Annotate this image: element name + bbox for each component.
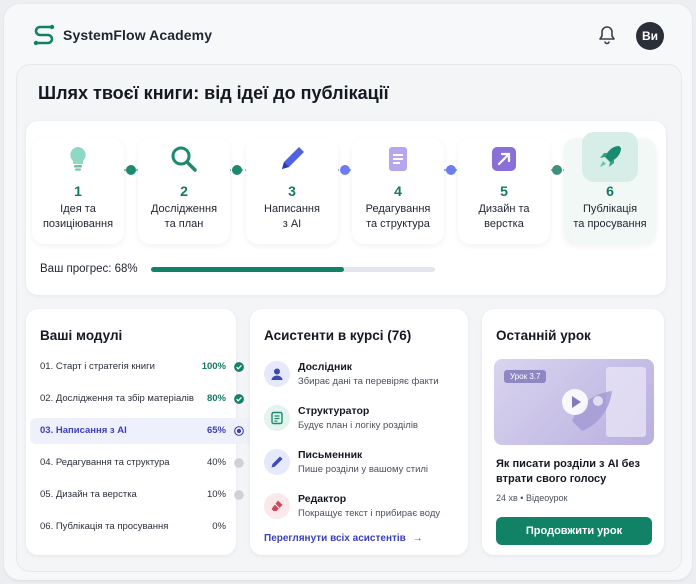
assistant-name[interactable]: Дослідник: [298, 361, 352, 373]
top-bar: SystemFlow Academy Ви: [4, 4, 692, 64]
progress-label: Ваш прогрес: 68%: [40, 263, 138, 275]
pending-dot-icon: [234, 458, 244, 468]
module-name: 06. Публікація та просування: [40, 521, 169, 532]
roadmap-step-4[interactable]: 4 Редагування та структура: [352, 138, 444, 244]
module-row[interactable]: 02. Дослідження та збір матеріалів 80%: [30, 386, 254, 412]
last-lesson-card: Останній урок Урок 3.7 Як писати розділи…: [482, 309, 664, 555]
module-percent: 40%: [206, 457, 226, 468]
pen-icon: [282, 147, 304, 169]
modules-card: Ваші модулі 01. Старт і стратегія книги …: [26, 309, 254, 555]
roadmap-step-5[interactable]: 5 Дизайн та верстка: [458, 138, 550, 244]
progress-bar-fill: [151, 267, 345, 272]
step-number: 1: [74, 183, 82, 199]
module-percent: 80%: [206, 393, 226, 404]
continue-lesson-button[interactable]: Продовжити урок: [496, 517, 652, 545]
view-all-assistants-link[interactable]: Переглянути всіх асистентів →: [264, 533, 423, 544]
module-name: 04. Редагування та структура: [40, 457, 170, 468]
module-row[interactable]: 01. Старт і стратегія книги 100%: [30, 354, 254, 380]
assistant-name[interactable]: Письменник: [298, 449, 362, 461]
step-label: Ідея та позиціювання: [42, 203, 114, 230]
module-name: 03. Написання з AI: [40, 425, 127, 436]
view-all-label: Переглянути всіх асистентів: [264, 533, 406, 544]
step-number: 5: [500, 183, 508, 199]
step-label: Дослідження та план: [150, 203, 218, 230]
assistant-desc: Покращує текст і прибирає воду: [298, 508, 441, 519]
check-icon: [234, 362, 244, 372]
current-indicator-icon: [234, 426, 244, 436]
module-name: 05. Дизайн та верстка: [40, 489, 137, 500]
progress-bar: [151, 267, 435, 272]
module-percent: 0%: [212, 521, 226, 532]
step-label: Публікація та просування: [573, 203, 647, 230]
modules-title: Ваші модулі: [40, 328, 123, 343]
check-icon: [234, 394, 244, 404]
magnifier-icon: [171, 146, 197, 172]
user-icon: [264, 361, 290, 387]
module-row[interactable]: 06. Публікація та просування 0%: [30, 514, 254, 540]
roadmap-dot: [446, 165, 456, 175]
roadmap-dot: [232, 165, 242, 175]
pending-dot-icon: [234, 490, 244, 500]
roadmap-dot: [340, 165, 350, 175]
arrow-right-icon: →: [412, 533, 423, 544]
lightbulb-icon: [70, 147, 86, 171]
module-percent: 10%: [206, 489, 226, 500]
document-icon: [389, 147, 407, 171]
assistant-name[interactable]: Редактор: [298, 493, 346, 505]
roadmap-dot: [126, 165, 136, 175]
rocket-icon-box: [582, 132, 638, 182]
brand-name: SystemFlow Academy: [63, 27, 213, 43]
module-row[interactable]: 04. Редагування та структура 40%: [30, 450, 254, 476]
step-number: 2: [180, 183, 188, 199]
play-icon[interactable]: [562, 389, 588, 415]
step-number: 3: [288, 183, 296, 199]
assistant-desc: Будує план і логіку розділів: [298, 420, 418, 431]
logo-icon: [33, 24, 55, 46]
lesson-thumbnail[interactable]: Урок 3.7: [494, 359, 654, 445]
module-percent: 65%: [206, 425, 226, 436]
step-label: Написання з AI: [264, 203, 320, 230]
module-row-current[interactable]: 03. Написання з AI 65%: [30, 418, 254, 444]
avatar[interactable]: Ви: [636, 22, 664, 50]
module-name: 02. Дослідження та збір матеріалів: [40, 393, 194, 404]
roadmap-step-3[interactable]: 3 Написання з AI: [246, 138, 338, 244]
step-number: 4: [394, 183, 402, 199]
roadmap-dot: [552, 165, 562, 175]
assistant-desc: Збирає дані та перевіряє факти: [298, 376, 439, 387]
assistant-desc: Пише розділи у вашому стилі: [298, 464, 429, 475]
eraser-icon: [264, 493, 290, 519]
last-lesson-title: Останній урок: [496, 328, 591, 343]
outline-icon: [264, 405, 290, 431]
module-name: 01. Старт і стратегія книги: [40, 361, 155, 372]
step-label: Дизайн та верстка: [478, 203, 530, 230]
roadmap-step-2[interactable]: 2 Дослідження та план: [138, 138, 230, 244]
assistants-card: Асистенти в курсі (76) Дослідник Збирає …: [250, 309, 468, 555]
design-icon: [492, 147, 516, 171]
lesson-name[interactable]: Як писати розділи з AI без втрати свого …: [496, 457, 656, 487]
module-row[interactable]: 05. Дизайн та верстка 10%: [30, 482, 254, 508]
roadmap-step-1[interactable]: 1 Ідея та позиціювання: [32, 138, 124, 244]
pen-icon: [264, 449, 290, 475]
step-label: Редагування та структура: [365, 203, 431, 230]
module-percent: 100%: [201, 361, 226, 372]
lesson-tag: Урок 3.7: [504, 370, 547, 383]
roadmap-step-6[interactable]: 6 Публікація та просування: [564, 132, 656, 244]
bell-icon[interactable]: [596, 24, 618, 46]
step-number: 6: [606, 183, 614, 199]
rocket-icon: [600, 146, 621, 167]
lesson-meta: 24 хв • Відеоурок: [496, 493, 568, 503]
assistant-name[interactable]: Структуратор: [298, 405, 369, 417]
assistants-title: Асистенти в курсі (76): [264, 328, 412, 343]
page-title: Шлях твоєї книги: від ідеї до публікації: [38, 83, 389, 103]
